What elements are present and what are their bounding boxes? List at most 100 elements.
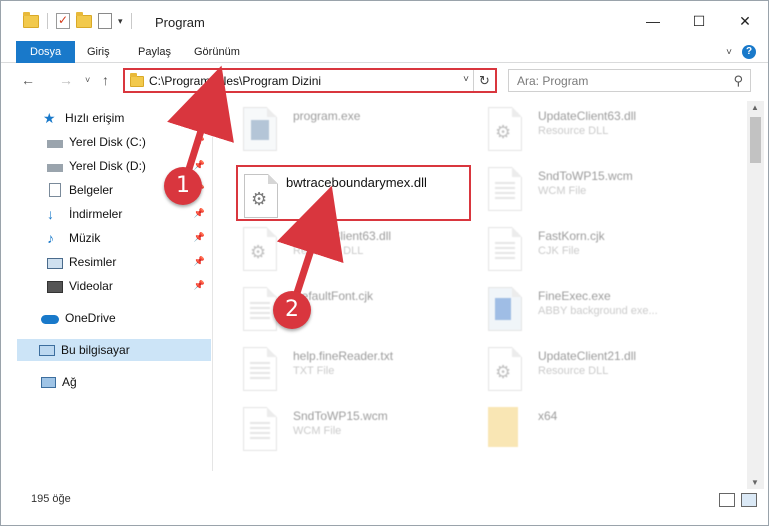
quick-access-toolbar: ▾ [23, 11, 134, 29]
minimize-button[interactable]: — [630, 1, 676, 41]
file-item[interactable]: SndToWP15.wcm WCM File [215, 403, 455, 461]
vertical-scrollbar[interactable]: ▲ ▼ [747, 101, 764, 489]
videos-icon [47, 280, 63, 293]
sidebar-item-quick-access[interactable]: ★ Hızlı erişim [1, 107, 211, 129]
pane-divider[interactable] [212, 101, 213, 471]
sidebar-item-label: Resimler [69, 255, 117, 269]
search-input[interactable]: Ara: Program ⚲ [508, 69, 751, 92]
help-icon[interactable]: ? [742, 45, 756, 59]
customize-dropdown-icon[interactable]: ▾ [118, 16, 123, 27]
back-icon[interactable]: ← [21, 72, 35, 88]
sidebar-item-label: Hızlı erişim [65, 111, 125, 125]
file-type: ABBY background exe... [538, 305, 658, 317]
sidebar-item-label: Bu bilgisayar [61, 343, 130, 357]
sidebar-item-disk-c[interactable]: Yerel Disk (C:) 📌 [1, 131, 211, 153]
sidebar-item-label: Yerel Disk (D:) [69, 159, 146, 173]
search-placeholder: Ara: Program [517, 74, 589, 88]
file-item[interactable]: FastKorn.cjk CJK File [460, 223, 700, 281]
highlighted-dll-file[interactable]: bwtraceboundarymex.dll [236, 165, 471, 221]
pin-icon: 📌 [193, 280, 205, 290]
wcm-file-icon [243, 407, 277, 451]
computer-icon [39, 345, 55, 356]
properties-icon[interactable] [56, 13, 70, 29]
dll-file-icon [244, 174, 278, 218]
explorer-window: ▾ Program — ☐ ✕ Dosya Giriş Paylaş Görün… [0, 0, 769, 526]
sidebar-item-pictures[interactable]: Resimler 📌 [1, 251, 211, 273]
file-item[interactable]: UpdateClient63.dll Resource DLL [215, 223, 455, 281]
cjk-file-icon [243, 287, 277, 331]
file-item[interactable]: FineExec.exe ABBY background exe... [460, 283, 700, 341]
details-view-icon[interactable] [719, 493, 735, 507]
file-type: Resource DLL [538, 125, 609, 137]
tab-share[interactable]: Paylaş [138, 41, 171, 63]
sidebar-item-network[interactable]: Ağ [1, 371, 211, 393]
scroll-up-icon[interactable]: ▲ [751, 103, 759, 112]
file-name: program.exe [293, 109, 361, 123]
sidebar-item-videos[interactable]: Videolar 📌 [1, 275, 211, 297]
close-button[interactable]: ✕ [722, 1, 768, 41]
download-icon: ↓ [47, 206, 54, 222]
sidebar-item-onedrive[interactable]: OneDrive [1, 307, 211, 329]
scroll-thumb[interactable] [750, 117, 761, 163]
tab-file[interactable]: Dosya [16, 41, 76, 63]
tab-home[interactable]: Giriş [87, 41, 110, 63]
ribbon-tabs: Dosya Giriş Paylaş Görünüm ˅ ? [1, 41, 768, 63]
address-dropdown-icon[interactable]: ˅ [463, 74, 469, 85]
step-badge-2: 2 [273, 291, 311, 329]
file-type: WCM File [538, 185, 587, 197]
file-type: WCM File [293, 425, 342, 437]
file-item[interactable]: UpdateClient21.dll Resource DLL [460, 343, 700, 401]
sidebar-item-downloads[interactable]: ↓ İndirmeler 📌 [1, 203, 211, 225]
step-badge-1: 1 [164, 167, 202, 205]
large-icons-view-icon[interactable] [741, 493, 757, 507]
file-item[interactable]: SndToWP15.wcm WCM File [460, 163, 700, 221]
network-icon [41, 377, 56, 388]
separator [130, 13, 132, 29]
file-name: SndToWP15.wcm [538, 169, 633, 183]
cloud-icon [41, 315, 59, 324]
navigation-pane: ★ Hızlı erişim Yerel Disk (C:) 📌 Yerel D… [1, 101, 211, 489]
file-item[interactable]: UpdateClient63.dll Resource DLL [460, 103, 700, 161]
sidebar-item-music[interactable]: ♪ Müzik 📌 [1, 227, 211, 249]
ribbon-controls: ˅ ? [726, 45, 756, 59]
file-item[interactable]: help.fineReader.txt TXT File [215, 343, 455, 401]
address-bar[interactable]: C:\Program Files\Program Dizini ˅ ↻ [123, 68, 497, 93]
search-icon: ⚲ [733, 73, 743, 88]
pin-icon: 📌 [193, 208, 205, 218]
item-count: 195 öğe [31, 493, 71, 505]
sidebar-item-label: Belgeler [69, 183, 114, 197]
dll-file-icon [488, 107, 522, 151]
scroll-down-icon[interactable]: ▼ [751, 478, 759, 487]
up-icon[interactable]: ↑ [102, 72, 109, 88]
file-name: x64 [538, 409, 558, 423]
sidebar-item-this-pc[interactable]: Bu bilgisayar [17, 339, 211, 361]
status-bar: 195 öğe [1, 489, 768, 525]
txt-file-icon [243, 347, 277, 391]
forward-icon[interactable]: → [59, 72, 73, 88]
pin-icon: 📌 [193, 160, 205, 170]
navigation-bar: ← → ˅ ↑ C:\Program Files\Program Dizini … [1, 63, 768, 97]
title-bar: ▾ Program — ☐ ✕ [1, 1, 768, 41]
maximize-button[interactable]: ☐ [676, 1, 722, 41]
file-name: UpdateClient63.dll [293, 229, 392, 243]
dll-file-icon [488, 347, 522, 391]
window-title: Program [155, 15, 205, 30]
view-options-icon[interactable] [98, 13, 112, 29]
tab-view[interactable]: Görünüm [194, 41, 240, 63]
file-item[interactable]: program.exe [215, 103, 455, 161]
file-type: CJK File [538, 245, 580, 257]
recent-locations-icon[interactable]: ˅ [85, 75, 90, 85]
pin-icon: 📌 [193, 136, 205, 146]
file-type: Resource DLL [293, 245, 364, 257]
file-item[interactable]: DefaultFont.cjk File [215, 283, 455, 341]
pin-icon: 📌 [193, 256, 205, 266]
dll-file-icon [243, 227, 277, 271]
new-folder-icon[interactable] [76, 11, 92, 28]
file-name: UpdateClient63.dll [538, 109, 637, 123]
file-item[interactable]: x64 [460, 403, 700, 461]
refresh-icon[interactable]: ↻ [473, 70, 495, 91]
drive-icon [47, 140, 63, 148]
file-type: Resource DLL [538, 365, 609, 377]
collapse-ribbon-icon[interactable]: ˅ [726, 47, 732, 58]
window-controls: — ☐ ✕ [630, 1, 768, 41]
